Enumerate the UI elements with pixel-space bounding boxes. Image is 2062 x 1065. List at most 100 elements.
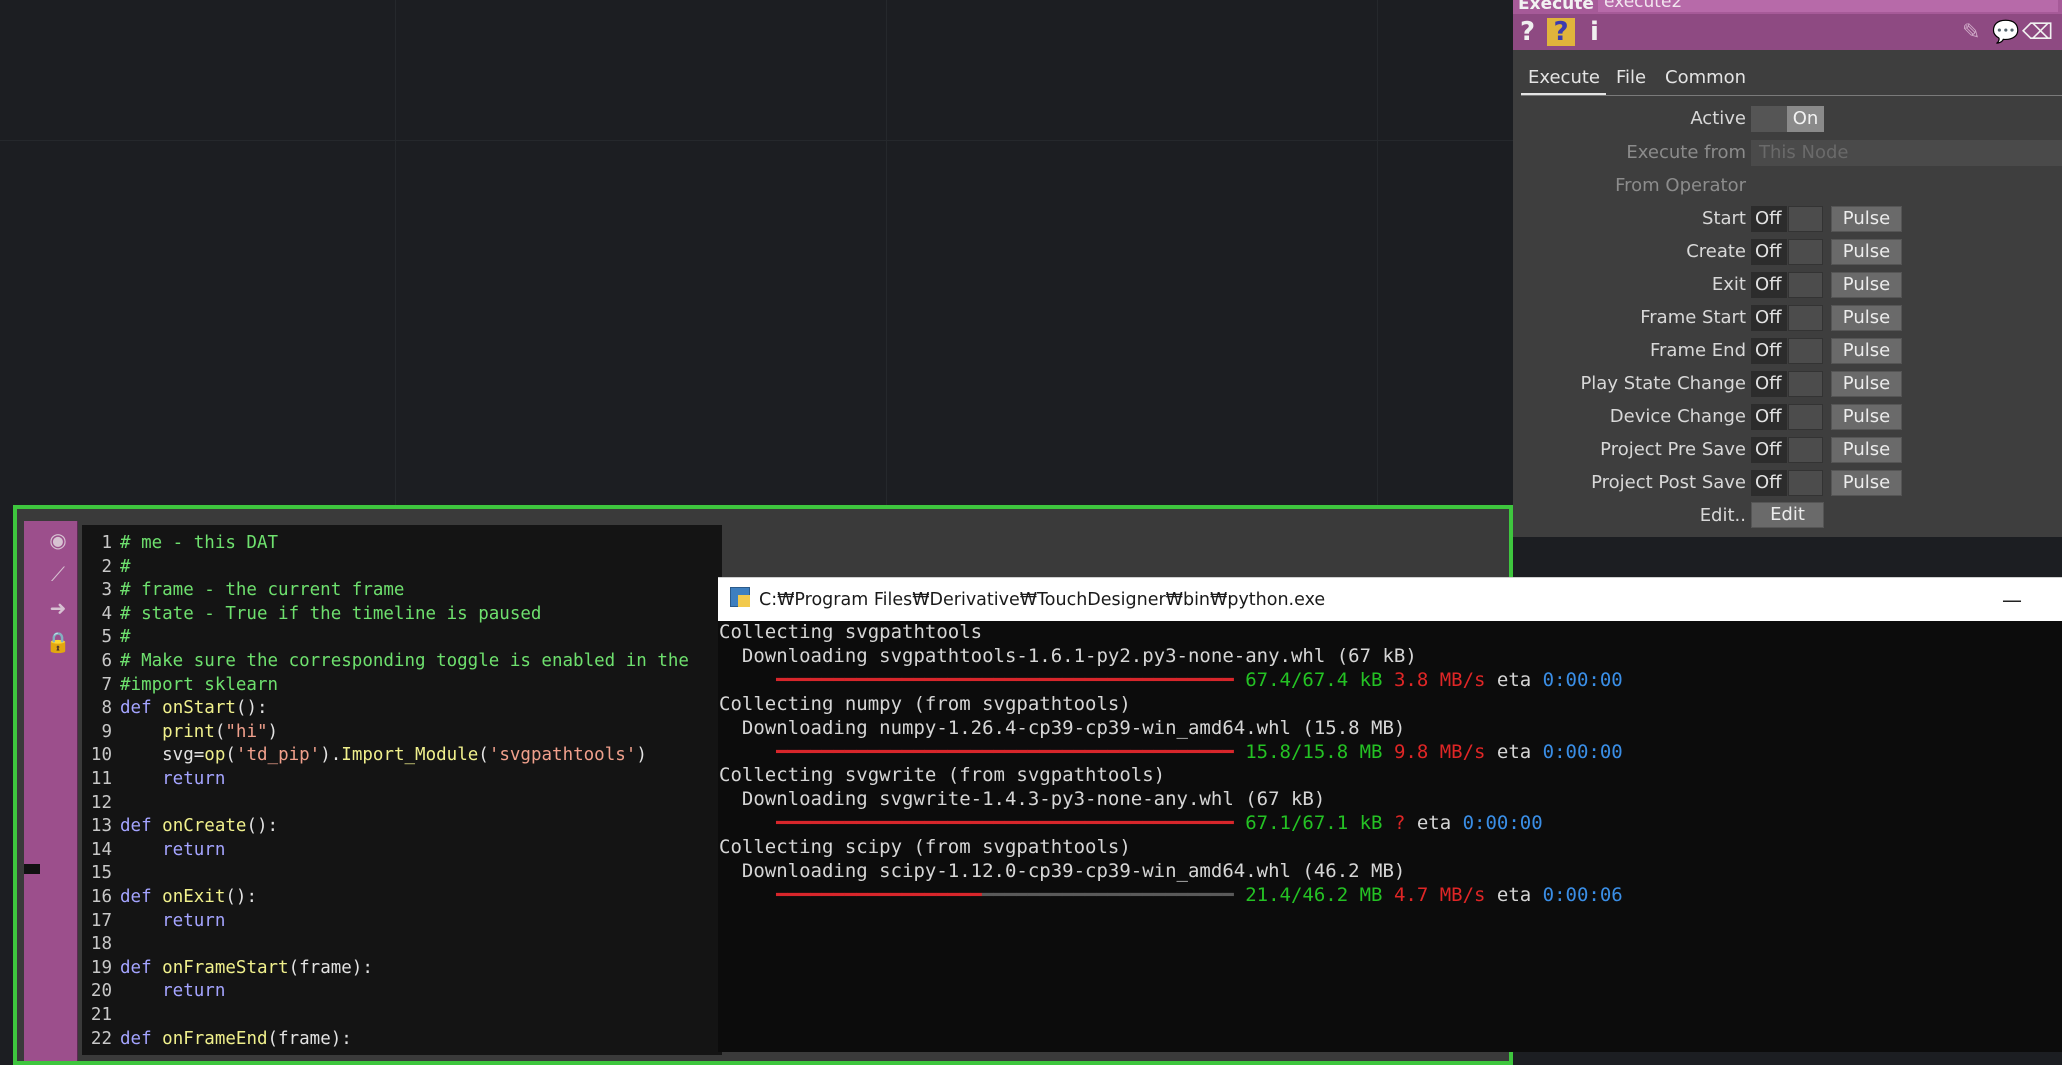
- toggle-off-value[interactable]: Off: [1751, 371, 1787, 397]
- comment-icon[interactable]: 💬: [1992, 20, 2019, 46]
- toggle-off-value[interactable]: Off: [1751, 404, 1787, 430]
- code-token: #: [120, 556, 131, 577]
- arrow-right-icon[interactable]: ➜: [45, 595, 71, 621]
- console-line: Collecting svgpathtools: [719, 620, 982, 644]
- line-number: 19: [90, 957, 112, 978]
- clear-icon[interactable]: ⌫: [2022, 20, 2053, 46]
- code-token: onStart: [162, 698, 236, 719]
- code-token: onCreate: [162, 816, 247, 837]
- code-line: 17 return: [82, 909, 225, 933]
- line-number: 16: [90, 887, 112, 907]
- toggle-switch[interactable]: [1788, 371, 1823, 397]
- console-text: eta: [1485, 668, 1543, 691]
- console-text: Collecting scipy (from svgpathtools): [719, 836, 1131, 859]
- console-line: Collecting svgwrite (from svgpathtools): [719, 763, 1165, 787]
- code-line: 13 def onCreate():: [82, 814, 278, 838]
- execute-from-menu[interactable]: This Node: [1751, 140, 2062, 166]
- edit-pencil-icon[interactable]: ✎: [1962, 20, 1980, 46]
- code-line: 10 svg=op('td_pip').Import_Module('svgpa…: [82, 743, 647, 767]
- code-token: print: [162, 721, 215, 742]
- console-text: ━━━━━━━━━━━━━━━━━━━━━━━━━━━━━━━━━━━━━━━━: [719, 668, 1246, 691]
- pulse-button[interactable]: Pulse: [1831, 470, 1902, 496]
- edit-button[interactable]: Edit: [1751, 502, 1824, 528]
- code-line: 22 def onFrameEnd(frame):: [82, 1027, 352, 1051]
- toggle-off-value[interactable]: Off: [1751, 206, 1787, 232]
- graph-icon[interactable]: ⟋: [45, 561, 71, 587]
- console-text: ━━━━━━━━━━━━━━━━━━━━━━━━━━━━━━━━━━━━━━━━: [719, 812, 1246, 835]
- code-line: 12: [82, 791, 120, 815]
- toggle-off-value[interactable]: Off: [1751, 305, 1787, 331]
- code-token: return: [120, 910, 226, 931]
- code-token: 'td_pip': [235, 745, 321, 766]
- toggle-row-label: Frame Start: [1640, 307, 1746, 328]
- toggle-switch[interactable]: [1788, 272, 1823, 298]
- line-number: 1: [101, 533, 112, 553]
- viewer-active-icon[interactable]: ◉: [45, 527, 71, 553]
- pulse-button[interactable]: Pulse: [1831, 338, 1902, 364]
- console-text: 15.8/15.8 MB: [1245, 740, 1383, 763]
- console-line: ━━━━━━━━━━━━━━━━━━━━━━━━━━━━━━━━━━━━━━━━…: [719, 811, 1542, 835]
- python-help-icon[interactable]: ?: [1547, 18, 1575, 46]
- pulse-button[interactable]: Pulse: [1831, 239, 1902, 265]
- line-number: 9: [101, 721, 112, 742]
- code-token: # state - True if the timeline is paused: [120, 603, 542, 624]
- code-token: op: [204, 745, 226, 766]
- pulse-button[interactable]: Pulse: [1831, 305, 1902, 331]
- toggle-switch[interactable]: [1788, 239, 1823, 265]
- toggle-switch[interactable]: [1788, 338, 1823, 364]
- dat-viewer-left-marker: [24, 864, 40, 874]
- toggle-row-label: Project Pre Save: [1600, 439, 1746, 460]
- toggle-switch[interactable]: [1788, 437, 1823, 463]
- toggle-switch[interactable]: [1788, 305, 1823, 331]
- toggle-row-label: Play State Change: [1580, 373, 1746, 394]
- code-line: 2 #: [82, 555, 131, 579]
- info-icon[interactable]: i: [1590, 18, 1599, 46]
- toggle-off-value[interactable]: Off: [1751, 338, 1787, 364]
- code-token: ): [636, 745, 647, 766]
- code-token: onExit: [162, 887, 226, 907]
- pulse-button[interactable]: Pulse: [1831, 404, 1902, 430]
- help-icon[interactable]: ?: [1520, 18, 1535, 46]
- toggle-switch[interactable]: [1788, 206, 1823, 232]
- toggle-switch[interactable]: [1788, 404, 1823, 430]
- code-token: (: [225, 745, 236, 766]
- console-text: 67.1/67.1 kB: [1245, 812, 1383, 835]
- code-line: 21: [82, 1003, 120, 1027]
- code-token: def: [120, 1028, 163, 1049]
- lock-icon[interactable]: 🔒: [45, 629, 71, 655]
- line-number: 13: [90, 816, 112, 837]
- line-number: 10: [90, 745, 112, 766]
- pulse-button[interactable]: Pulse: [1831, 206, 1902, 232]
- console-line: Collecting numpy (from svgpathtools): [719, 692, 1131, 716]
- pulse-button[interactable]: Pulse: [1831, 437, 1902, 463]
- tab-execute[interactable]: Execute: [1528, 66, 1600, 90]
- line-number: 3: [101, 580, 112, 601]
- pulse-button[interactable]: Pulse: [1831, 371, 1902, 397]
- pulse-button[interactable]: Pulse: [1831, 272, 1902, 298]
- operator-name-field[interactable]: execute2: [1598, 0, 2058, 12]
- code-token: (frame):: [288, 957, 373, 978]
- tab-common[interactable]: Common: [1665, 66, 1746, 90]
- console-text: 0:00:00: [1542, 740, 1623, 763]
- line-number: 22: [90, 1028, 112, 1049]
- line-number: 15: [90, 863, 112, 884]
- toggle-row-label: Create: [1686, 241, 1746, 262]
- line-number: 6: [101, 651, 112, 671]
- toggle-off-value[interactable]: Off: [1751, 239, 1787, 265]
- toggle-off-value[interactable]: Off: [1751, 470, 1787, 496]
- code-token: ): [267, 721, 279, 742]
- tab-file[interactable]: File: [1616, 66, 1646, 90]
- code-token: "hi": [225, 721, 268, 742]
- toggle-off-value[interactable]: Off: [1751, 272, 1787, 298]
- minimize-button[interactable]: —: [2000, 588, 2024, 612]
- code-line: 7 #import sklearn: [82, 673, 278, 697]
- toggle-switch[interactable]: [1788, 470, 1823, 496]
- python-app-icon-accent: [738, 595, 750, 607]
- toggle-row-label: Project Post Save: [1591, 472, 1746, 493]
- toggle-off-value[interactable]: Off: [1751, 437, 1787, 463]
- console-line: Collecting scipy (from svgpathtools): [719, 835, 1131, 859]
- active-toggle-on[interactable]: On: [1787, 106, 1824, 132]
- active-toggle-off[interactable]: [1751, 106, 1787, 132]
